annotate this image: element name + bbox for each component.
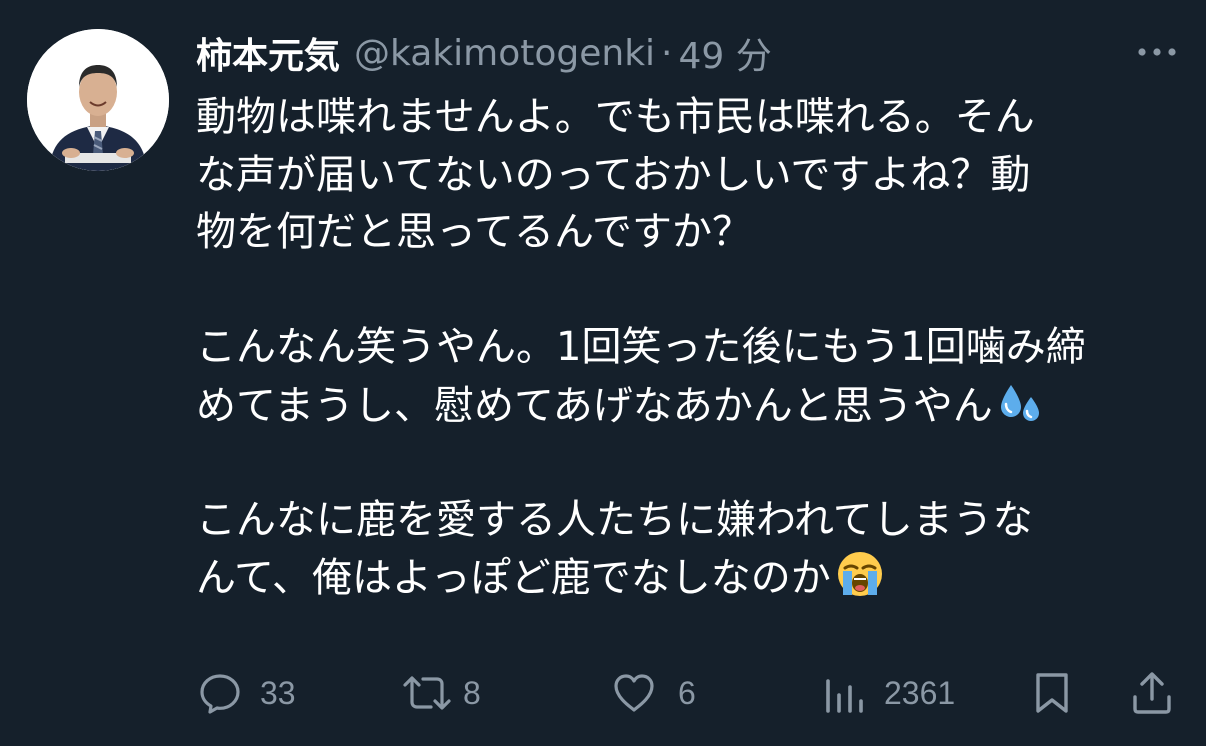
tweet-text-span: んて、俺はよっぽど鹿でなしなのか xyxy=(196,555,831,601)
share-button[interactable] xyxy=(1130,665,1174,721)
tweet-text-span: めてまうし、慰めてあげなあかんと思うやん xyxy=(196,382,993,429)
more-icon[interactable] xyxy=(1130,34,1184,70)
reply-button[interactable]: 33 xyxy=(196,665,296,721)
action-bar: 33 8 6 2361 xyxy=(196,665,1176,721)
tweet-text-line: 動物は喋れませんよ。でも市民は喋れる。そん xyxy=(196,94,1035,140)
bookmark-button[interactable] xyxy=(1032,665,1072,721)
tweet-text-line-with-emoji: んて、俺はよっぽど鹿でなしなのか xyxy=(196,549,1186,607)
handle[interactable]: @kakimotogenki xyxy=(354,33,655,74)
views-button[interactable]: 2361 xyxy=(822,665,955,721)
tweet-text-line-with-emoji: めてまうし、慰めてあげなあかんと思うやん xyxy=(196,377,1186,435)
tweet-text-line: こんなん笑うやん。1回笑った後にもう1回噛み締 xyxy=(196,324,1086,370)
display-name[interactable]: 柿本元気 xyxy=(196,27,340,79)
tweet-text-line: 物を何だと思ってるんですか？ xyxy=(196,209,752,255)
loudly-crying-face-emoji xyxy=(835,549,885,599)
avatar[interactable] xyxy=(27,29,169,171)
retweet-count: 8 xyxy=(463,674,481,711)
sweat-droplets-emoji xyxy=(997,377,1047,427)
tweet-text-line: な声が届いてないのっておかしいですよね？動 xyxy=(196,151,1031,198)
tweet-text-line xyxy=(196,434,1186,492)
share-icon xyxy=(1130,669,1174,717)
tweet-text-line: こんなに鹿を愛する人たちに嫌われてしまうな xyxy=(196,496,1033,543)
like-icon xyxy=(610,669,658,717)
separator-dot: · xyxy=(661,32,673,74)
bookmark-icon xyxy=(1032,669,1072,717)
avatar-photo xyxy=(27,29,169,171)
reply-count: 33 xyxy=(260,674,296,711)
retweet-icon xyxy=(399,669,455,717)
retweet-button[interactable]: 8 xyxy=(399,665,481,721)
tweet-header: 柿本元気 @kakimotogenki · 49 分 xyxy=(196,26,772,80)
timestamp[interactable]: 49 分 xyxy=(679,27,772,79)
tweet[interactable]: 柿本元気 @kakimotogenki · 49 分 動物は喋れませんよ。でも市… xyxy=(0,0,1206,746)
views-icon xyxy=(822,669,866,717)
views-count: 2361 xyxy=(884,674,956,711)
reply-icon xyxy=(196,669,244,717)
like-button[interactable]: 6 xyxy=(610,665,696,721)
tweet-text-line xyxy=(196,262,1186,320)
tweet-text: 動物は喋れませんよ。でも市民は喋れる。そん な声が届いてないのっておかしいですよ… xyxy=(196,89,1186,607)
like-count: 6 xyxy=(678,674,696,711)
